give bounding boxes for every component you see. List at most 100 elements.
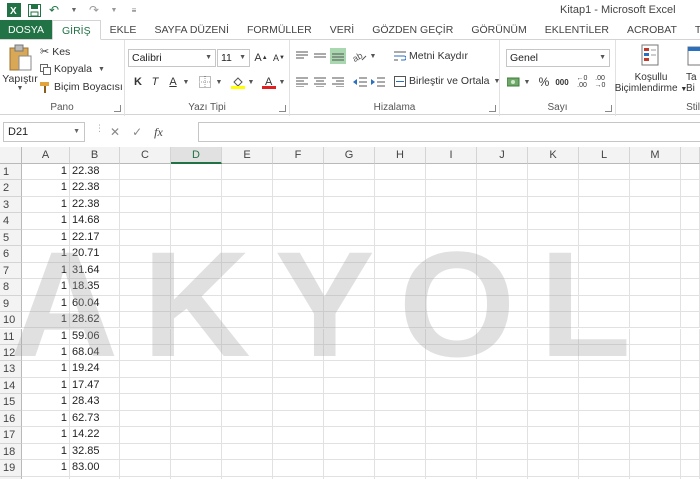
- row-header[interactable]: 12: [0, 344, 22, 362]
- cell-k3[interactable]: [528, 196, 579, 214]
- cell-j7[interactable]: [477, 262, 528, 280]
- cell-h3[interactable]: [375, 196, 426, 214]
- align-bottom-icon[interactable]: [330, 48, 346, 64]
- cell-h5[interactable]: [375, 229, 426, 247]
- cell-m12[interactable]: [630, 344, 681, 362]
- cell-g2[interactable]: [324, 180, 375, 197]
- align-top-icon[interactable]: [294, 48, 310, 64]
- column-header-g[interactable]: G: [324, 147, 375, 164]
- cell-m9[interactable]: [630, 295, 681, 313]
- cell-d4[interactable]: [171, 213, 222, 230]
- cell-h11[interactable]: [375, 328, 426, 345]
- row-header[interactable]: 13: [0, 361, 22, 378]
- cell-f1[interactable]: [273, 164, 324, 181]
- cell-g17[interactable]: [324, 427, 375, 444]
- cell-j14[interactable]: [477, 377, 528, 395]
- tab-team[interactable]: TAKIM: [686, 20, 700, 40]
- cell-c10[interactable]: [120, 312, 171, 329]
- cell-filler[interactable]: [681, 262, 700, 280]
- cell-k2[interactable]: [528, 180, 579, 197]
- cell-l19[interactable]: [579, 460, 630, 477]
- cell-a12[interactable]: 1: [22, 344, 70, 362]
- cell-c4[interactable]: [120, 213, 171, 230]
- cell-g13[interactable]: [324, 361, 375, 378]
- cell-l15[interactable]: [579, 394, 630, 411]
- cell-k18[interactable]: [528, 443, 579, 461]
- cell-f2[interactable]: [273, 180, 324, 197]
- cell-m5[interactable]: [630, 229, 681, 247]
- cell-f9[interactable]: [273, 295, 324, 313]
- cell-filler[interactable]: [681, 443, 700, 461]
- cell-b9[interactable]: 60.04: [70, 295, 120, 313]
- row-header[interactable]: 18: [0, 443, 22, 461]
- cell-j17[interactable]: [477, 427, 528, 444]
- cell-b3[interactable]: 22.38: [70, 196, 120, 214]
- cell-a15[interactable]: 1: [22, 394, 70, 411]
- cell-e12[interactable]: [222, 344, 273, 362]
- tab-data[interactable]: VERİ: [321, 20, 364, 40]
- row-header[interactable]: 11: [0, 328, 22, 345]
- cell-e7[interactable]: [222, 262, 273, 280]
- cell-f17[interactable]: [273, 427, 324, 444]
- row-header[interactable]: 9: [0, 295, 22, 313]
- cell-c19[interactable]: [120, 460, 171, 477]
- cell-k10[interactable]: [528, 312, 579, 329]
- cell-l10[interactable]: [579, 312, 630, 329]
- cell-h7[interactable]: [375, 262, 426, 280]
- cell-g1[interactable]: [324, 164, 375, 181]
- cell-m1[interactable]: [630, 164, 681, 181]
- tab-insert[interactable]: EKLE: [101, 20, 146, 40]
- cell-d11[interactable]: [171, 328, 222, 345]
- cell-i19[interactable]: [426, 460, 477, 477]
- cell-filler[interactable]: [681, 279, 700, 296]
- cell-filler[interactable]: [681, 246, 700, 263]
- cell-j16[interactable]: [477, 410, 528, 428]
- cell-c5[interactable]: [120, 229, 171, 247]
- increase-indent-icon[interactable]: [370, 74, 386, 90]
- cell-g8[interactable]: [324, 279, 375, 296]
- cell-filler[interactable]: [681, 361, 700, 378]
- cell-e1[interactable]: [222, 164, 273, 181]
- cell-h15[interactable]: [375, 394, 426, 411]
- save-icon[interactable]: [26, 2, 42, 18]
- tab-addins[interactable]: EKLENTİLER: [536, 20, 618, 40]
- cell-g16[interactable]: [324, 410, 375, 428]
- cell-k17[interactable]: [528, 427, 579, 444]
- cell-a4[interactable]: 1: [22, 213, 70, 230]
- chevron-down-icon[interactable]: ▼: [274, 74, 290, 90]
- cell-e8[interactable]: [222, 279, 273, 296]
- cell-c13[interactable]: [120, 361, 171, 378]
- percent-button[interactable]: %: [536, 74, 552, 90]
- cell-j2[interactable]: [477, 180, 528, 197]
- tab-review[interactable]: GÖZDEN GEÇİR: [363, 20, 462, 40]
- cell-h4[interactable]: [375, 213, 426, 230]
- name-box[interactable]: D21 ▼: [3, 122, 85, 142]
- cell-f13[interactable]: [273, 361, 324, 378]
- cell-c16[interactable]: [120, 410, 171, 428]
- cell-j8[interactable]: [477, 279, 528, 296]
- conditional-formatting-button[interactable]: Koşullu Biçimlendirme ▼: [615, 44, 687, 95]
- cell-d15[interactable]: [171, 394, 222, 411]
- row-header[interactable]: 7: [0, 262, 22, 280]
- cell-g3[interactable]: [324, 196, 375, 214]
- cell-i16[interactable]: [426, 410, 477, 428]
- cell-d5[interactable]: [171, 229, 222, 247]
- cell-m8[interactable]: [630, 279, 681, 296]
- chevron-down-icon[interactable]: ▼: [243, 74, 259, 90]
- cell-c6[interactable]: [120, 246, 171, 263]
- tab-home[interactable]: GİRİŞ: [51, 20, 101, 40]
- cell-g11[interactable]: [324, 328, 375, 345]
- cell-l18[interactable]: [579, 443, 630, 461]
- cell-g15[interactable]: [324, 394, 375, 411]
- align-center-icon[interactable]: [312, 74, 328, 90]
- align-left-icon[interactable]: [294, 74, 310, 90]
- cell-j15[interactable]: [477, 394, 528, 411]
- cell-c11[interactable]: [120, 328, 171, 345]
- cell-f5[interactable]: [273, 229, 324, 247]
- cell-filler[interactable]: [681, 460, 700, 477]
- cell-g4[interactable]: [324, 213, 375, 230]
- cell-i7[interactable]: [426, 262, 477, 280]
- cell-g7[interactable]: [324, 262, 375, 280]
- cell-e13[interactable]: [222, 361, 273, 378]
- cell-i5[interactable]: [426, 229, 477, 247]
